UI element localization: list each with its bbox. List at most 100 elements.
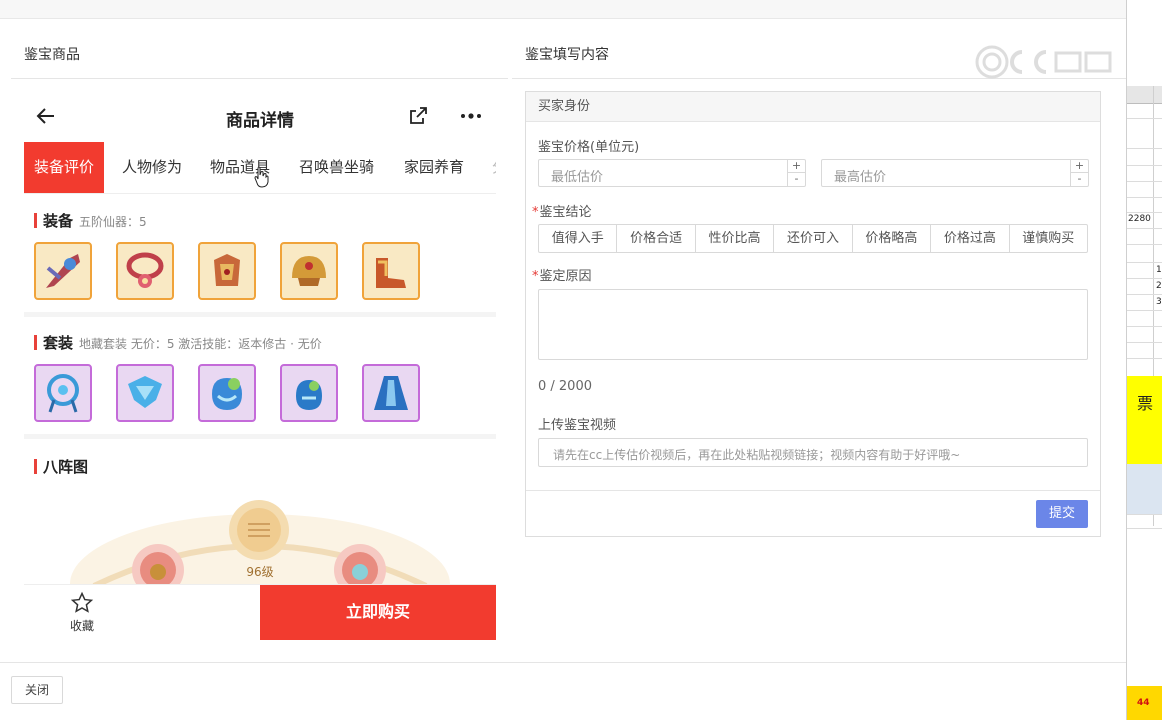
tab-more[interactable]: 分 [492, 142, 496, 193]
section-divider [24, 434, 496, 439]
mouse-cursor-icon [254, 166, 269, 188]
buy-now-button[interactable]: 立即购买 [260, 585, 496, 640]
conclusion-option[interactable]: 价格过高 [931, 225, 1010, 252]
left-column-title: 鉴宝商品 [24, 47, 80, 63]
sheet-gridline [1127, 165, 1162, 166]
suit-item[interactable] [362, 364, 420, 422]
suit-item[interactable] [198, 364, 256, 422]
suit-subtitle: 地藏套装 无价：5 激活技能：返本修古 · 无价 [79, 337, 322, 351]
suit-armor-icon [212, 378, 242, 410]
sheet-gridline [1127, 294, 1162, 295]
conclusion-label: *鉴宝结论 [532, 201, 592, 220]
share-icon[interactable] [406, 104, 430, 128]
conclusion-option[interactable]: 值得入手 [539, 225, 618, 252]
equipment-item[interactable] [116, 242, 174, 300]
favorite-button[interactable]: 收藏 [54, 591, 110, 634]
suit-boots-icon [374, 376, 408, 410]
suit-section-title: 套装 地藏套装 无价：5 激活技能：返本修古 · 无价 [34, 332, 322, 353]
tab-home[interactable]: 家园养育 [404, 142, 464, 193]
dialog-footer-divider [0, 662, 1126, 663]
tab-summon-mounts[interactable]: 召唤兽坐骑 [299, 142, 374, 193]
sheet-highlight-blue [1127, 464, 1162, 514]
tab-equipment-review[interactable]: 装备评价 [24, 142, 105, 193]
sheet-cell: 2280 [1128, 214, 1151, 224]
video-link-placeholder: 请先在cc上传估价视频后，再在此处粘贴视频链接；视频内容有助于好评哦~ [553, 448, 961, 462]
conclusion-option[interactable]: 性价比高 [696, 225, 775, 252]
close-button[interactable]: 关闭 [11, 676, 63, 704]
dialog-top-strip [0, 0, 1126, 18]
max-price-decrement[interactable]: - [1070, 173, 1088, 186]
formation-level: 96级 [246, 565, 274, 579]
sheet-gridline [1127, 148, 1162, 149]
sheet-gridline [1127, 197, 1162, 198]
appraisal-form-panel: 买家身份 鉴宝价格(单位元) 最低估价 + - 最高估价 + - *鉴宝结论 值… [525, 91, 1101, 537]
conclusion-option[interactable]: 还价可入 [774, 225, 853, 252]
equipment-item[interactable] [362, 242, 420, 300]
suit-helmet-icon [296, 380, 322, 410]
max-price-input[interactable]: 最高估价 + - [821, 159, 1089, 187]
equipment-section-title: 装备 五阶仙器：5 [34, 210, 147, 231]
helmet-icon [292, 256, 326, 286]
sheet-gridline [1127, 228, 1162, 229]
sheet-gridline [1127, 342, 1162, 343]
required-mark: * [532, 205, 539, 220]
equipment-item[interactable] [198, 242, 256, 300]
conclusion-option[interactable]: 谨慎购买 [1010, 225, 1087, 252]
reason-textarea[interactable] [538, 289, 1088, 360]
sheet-gridline [1127, 514, 1162, 515]
conclusion-label-text: 鉴宝结论 [539, 205, 592, 220]
sheet-gridline [1127, 181, 1162, 182]
conclusion-option[interactable]: 价格略高 [853, 225, 932, 252]
min-price-placeholder: 最低估价 [551, 170, 604, 185]
equipment-item[interactable] [34, 242, 92, 300]
buyer-identity-header: 买家身份 [526, 92, 1100, 122]
submit-button[interactable]: 提交 [1036, 500, 1088, 528]
conclusion-option[interactable]: 价格合适 [617, 225, 696, 252]
video-link-input[interactable]: 请先在cc上传估价视频后，再在此处粘贴视频链接；视频内容有助于好评哦~ [538, 438, 1088, 467]
dialog-top-divider [0, 18, 1126, 19]
sheet-cell: 1 [1156, 265, 1162, 275]
conclusion-options: 值得入手 价格合适 性价比高 还价可入 价格略高 价格过高 谨慎购买 [538, 224, 1088, 253]
sheet-cell: 2 [1156, 281, 1162, 291]
necklace-icon [126, 252, 164, 288]
suit-item[interactable] [116, 364, 174, 422]
sheet-gridline [1127, 118, 1162, 119]
equipment-subtitle: 五阶仙器：5 [79, 215, 147, 229]
min-price-decrement[interactable]: - [787, 173, 805, 186]
sheet-cell: 票 [1137, 394, 1154, 413]
suit-title-text: 套装 [43, 334, 74, 352]
product-header: 商品详情 [24, 96, 496, 140]
left-column-divider [11, 78, 508, 79]
sheet-gridline [1127, 262, 1162, 263]
video-label: 上传鉴宝视频 [538, 418, 617, 433]
equipment-title-text: 装备 [43, 212, 74, 230]
cc-watermark-logo [975, 45, 1112, 79]
tab-character-cultivation[interactable]: 人物修为 [122, 142, 182, 193]
boots-icon [376, 258, 406, 288]
product-footer: 收藏 立即购买 [24, 584, 496, 640]
star-icon [70, 591, 94, 613]
background-spreadsheet: 2280 1 2 3 票 44 [1126, 0, 1162, 720]
equipment-item[interactable] [280, 242, 338, 300]
sheet-gridline [1127, 244, 1162, 245]
suit-necklace-icon [128, 376, 162, 408]
sheet-gridline [1127, 528, 1162, 529]
favorite-label: 收藏 [69, 619, 94, 633]
armor-icon [214, 254, 240, 286]
panel-footer-divider [526, 490, 1100, 491]
reason-label: *鉴定原因 [532, 265, 592, 284]
weapon-icon [46, 254, 80, 288]
section-divider [24, 312, 496, 317]
reason-char-counter: 0 / 2000 [538, 379, 592, 394]
more-options-icon[interactable] [458, 104, 484, 128]
suit-item[interactable] [280, 364, 338, 422]
min-price-input[interactable]: 最低估价 + - [538, 159, 806, 187]
sheet-gridline [1127, 326, 1162, 327]
sheet-gridline [1127, 212, 1162, 213]
reason-label-text: 鉴定原因 [539, 269, 592, 284]
right-column-title: 鉴宝填写内容 [525, 47, 609, 63]
suit-item[interactable] [34, 364, 92, 422]
required-mark: * [532, 269, 539, 284]
sheet-header-row [1127, 86, 1162, 104]
sheet-gridline [1127, 278, 1162, 279]
